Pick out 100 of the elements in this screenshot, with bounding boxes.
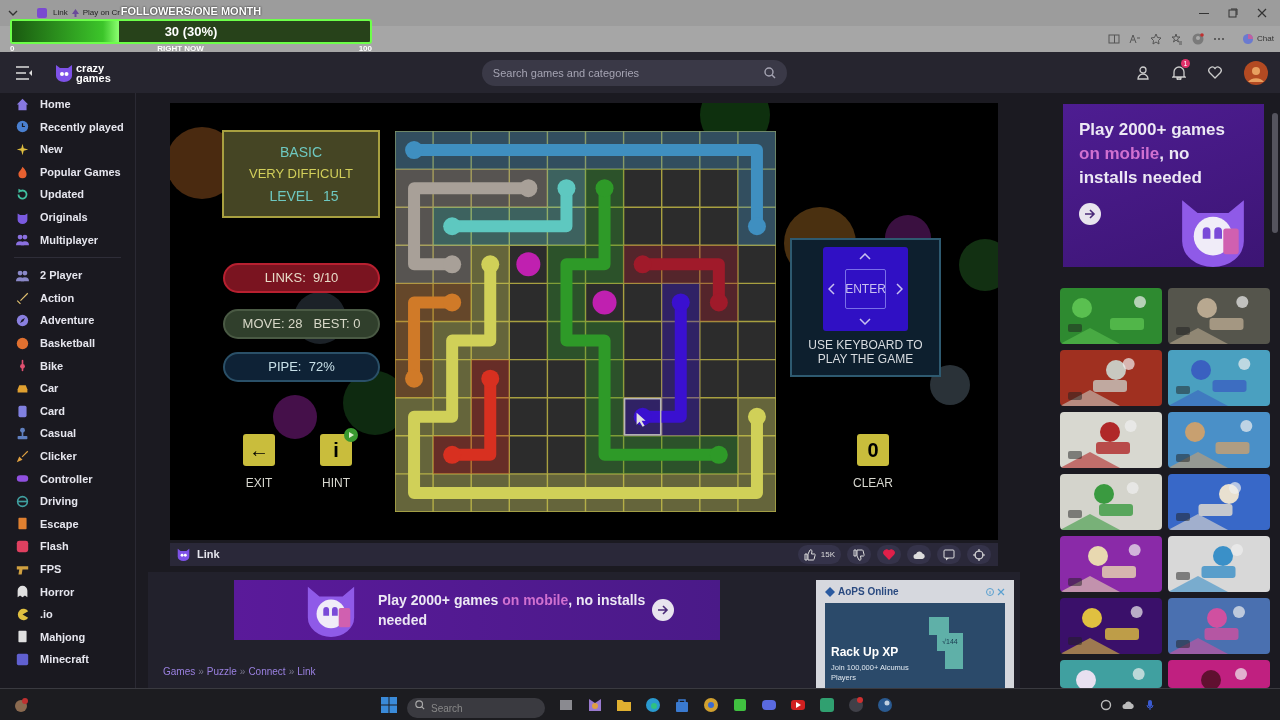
comment-button[interactable] <box>937 545 961 564</box>
breadcrumb-link[interactable]: Games <box>163 664 196 679</box>
promo-banner[interactable]: Play 2000+ games on mobile, no installs needed <box>1063 104 1264 267</box>
pipe[interactable] <box>395 245 776 512</box>
bag-icon[interactable] <box>674 696 690 713</box>
sidebar-item[interactable]: Flash <box>0 535 135 558</box>
favorite-button[interactable] <box>877 545 901 564</box>
sidebar-item[interactable]: Action <box>0 286 135 310</box>
app-icon[interactable] <box>877 696 893 713</box>
fullscreen-button[interactable] <box>967 545 991 564</box>
close-icon[interactable] <box>1257 8 1267 18</box>
read-aloud-icon[interactable] <box>1129 33 1142 45</box>
sidebar-item[interactable]: Basketball <box>0 331 135 355</box>
app-icon[interactable] <box>587 696 603 713</box>
scrollbar-thumb[interactable] <box>1272 113 1278 233</box>
dot[interactable] <box>592 290 617 315</box>
exit-button[interactable]: ← <box>243 434 275 466</box>
sidebar-item[interactable]: Home <box>0 93 135 116</box>
sidebar-item[interactable]: Car <box>0 377 135 400</box>
sidebar-item[interactable]: Mahjong <box>0 625 135 649</box>
sidebar-item[interactable]: Controller <box>0 467 135 491</box>
arrow-button[interactable] <box>652 599 674 621</box>
game-board[interactable] <box>395 131 776 512</box>
sidebar-item[interactable]: 2 Player <box>0 264 135 287</box>
sidebar-item[interactable]: Horror <box>0 580 135 604</box>
heart-icon[interactable] <box>1208 66 1222 79</box>
logo-icon[interactable] <box>55 63 73 82</box>
bell-icon[interactable] <box>1172 65 1186 80</box>
profile-icon[interactable] <box>1192 33 1205 45</box>
hint-button[interactable]: i <box>320 434 352 466</box>
search-icon[interactable] <box>763 66 776 79</box>
avatar-icon[interactable] <box>1244 60 1268 85</box>
door-icon <box>16 517 29 531</box>
sidebar-item[interactable]: Originals <box>0 205 135 229</box>
breadcrumb-link[interactable]: Link <box>297 664 316 679</box>
cell-cursor <box>623 397 662 436</box>
pipe[interactable] <box>395 131 776 246</box>
pipe[interactable] <box>623 283 700 436</box>
pipe[interactable] <box>395 169 548 284</box>
ring-icon[interactable] <box>1100 698 1112 711</box>
sidebar-item[interactable]: Popular Games <box>0 160 135 184</box>
game-title: Link <box>197 547 220 563</box>
search-field[interactable]: Search games and categories <box>481 59 787 86</box>
pipe[interactable] <box>395 283 472 398</box>
menu-icon[interactable] <box>16 65 32 80</box>
app-icon[interactable] <box>645 696 661 713</box>
tab-title[interactable]: Link <box>53 7 68 19</box>
chevron-down-icon[interactable] <box>8 8 18 18</box>
restore-icon[interactable] <box>1228 8 1238 18</box>
pipe[interactable] <box>623 245 738 322</box>
clear-button[interactable]: 0 <box>857 434 889 466</box>
app-icon[interactable] <box>819 696 835 713</box>
app-icon[interactable] <box>732 696 748 713</box>
keyboard-hint-caption: USE KEYBOARD TO PLAY THE GAME <box>807 338 924 366</box>
sidebar-item[interactable]: Escape <box>0 512 135 536</box>
ad-brand: AoPS Online <box>838 585 899 599</box>
like-button[interactable]: 15K <box>797 545 841 564</box>
min-label: 0 <box>10 44 15 54</box>
dislike-button[interactable] <box>847 545 871 564</box>
sidebar-item[interactable]: .io <box>0 603 135 626</box>
clock-icon <box>16 120 29 134</box>
sidebar-item[interactable]: Driving <box>0 490 135 513</box>
friends-icon[interactable] <box>1136 65 1150 80</box>
sidebar-item[interactable]: Updated <box>0 183 135 206</box>
sidebar-item[interactable]: New <box>0 138 135 161</box>
sidebar-item[interactable]: Clicker <box>0 444 135 468</box>
pipe[interactable] <box>433 169 586 246</box>
tab-subtitle[interactable]: Play on Cr <box>82 7 121 19</box>
breadcrumb-link[interactable]: Connect <box>248 664 286 679</box>
logo-text[interactable]: crazy <box>76 62 111 73</box>
star-icon[interactable] <box>1150 33 1163 45</box>
sidebar-item[interactable]: Multiplayer <box>0 228 135 252</box>
sidebar-item[interactable]: Card <box>0 399 135 423</box>
flame-icon <box>16 165 29 179</box>
breadcrumb-link[interactable]: Puzzle <box>206 664 237 679</box>
search-field[interactable]: Search <box>407 698 545 718</box>
arrow-button[interactable] <box>1079 203 1101 225</box>
pipe[interactable] <box>547 169 738 474</box>
people-icon <box>16 233 29 247</box>
promo-banner[interactable]: Play 2000+ games on mobile, no installs needed <box>234 580 720 640</box>
sidebar-item[interactable]: Bike <box>0 354 135 378</box>
sidebar-item[interactable]: Casual <box>0 422 135 445</box>
chat-label[interactable]: Chat <box>1257 33 1274 45</box>
four-squares-icon[interactable] <box>381 696 397 713</box>
house-icon <box>16 97 29 111</box>
promo-text: Play 2000+ games on mobile, no installs needed <box>378 591 647 630</box>
dot[interactable] <box>516 252 541 277</box>
app-icon[interactable] <box>703 696 719 713</box>
pipe[interactable] <box>433 359 510 474</box>
ball-icon <box>16 336 29 350</box>
favorites-icon[interactable] <box>1171 33 1184 45</box>
microphone-icon[interactable] <box>1144 698 1156 711</box>
joystick-icon <box>16 427 29 441</box>
sidebar-item[interactable]: Recently played <box>0 115 135 139</box>
reader-icon[interactable] <box>1108 33 1121 45</box>
sidebar-item[interactable]: FPS <box>0 557 135 581</box>
sidebar-item[interactable]: Adventure <box>0 309 135 332</box>
sidebar-item[interactable]: Minecraft <box>0 648 135 671</box>
cloud-button[interactable] <box>907 545 931 564</box>
move-counter: MOVE: 28 BEST: 0 <box>223 309 380 339</box>
